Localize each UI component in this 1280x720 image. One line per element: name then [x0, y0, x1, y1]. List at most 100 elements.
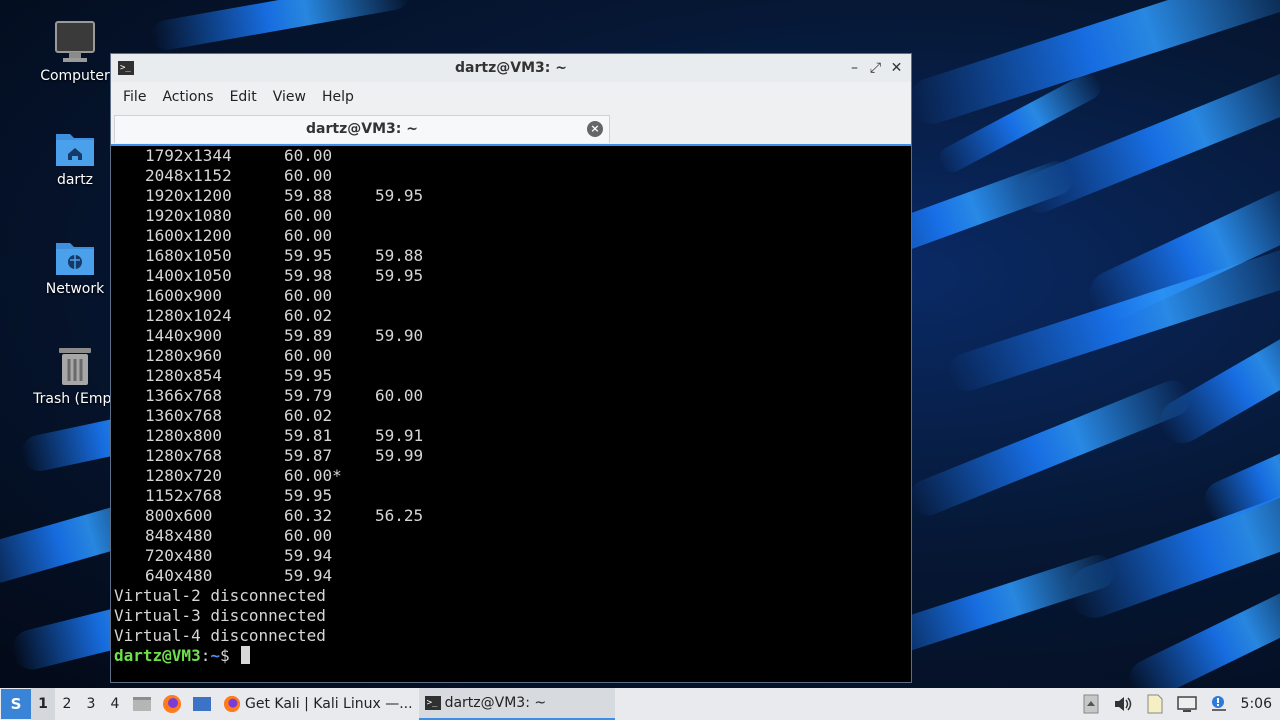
mode-resolution: 640x480 — [145, 566, 213, 585]
maximize-button[interactable]: ⤢ — [865, 58, 886, 78]
computer-icon — [55, 21, 95, 62]
menu-view[interactable]: View — [265, 89, 314, 105]
mode-resolution: 1280x768 — [145, 446, 223, 465]
terminal-tab[interactable]: dartz@VM3: ~ × — [114, 115, 610, 143]
mode-rate-2: 59.90 — [375, 326, 424, 345]
mode-rate-2 — [375, 206, 455, 226]
minimize-button[interactable]: – — [844, 58, 865, 78]
task-label: dartz@VM3: ~ — [444, 695, 547, 711]
desktop-icon-home[interactable]: dartz — [30, 128, 120, 188]
mode-resolution: 1280x1024 — [145, 306, 232, 325]
update-notification-icon[interactable] — [1207, 692, 1231, 716]
mode-row: 1280x854 59.95 — [114, 366, 908, 386]
mode-rate-1: 59.89 — [284, 326, 333, 345]
mode-row: 1366x768 59.79 60.00 — [114, 386, 908, 406]
desktop-icon-computer[interactable]: Computer — [30, 20, 120, 84]
workspace-1[interactable]: 1 — [31, 688, 55, 720]
mode-rate-2 — [375, 566, 455, 586]
mode-rate-2: 56.25 — [375, 506, 424, 525]
prompt-user: dartz@VM3 — [114, 646, 201, 665]
mode-resolution: 848x480 — [145, 526, 213, 545]
mode-rate-2 — [375, 146, 455, 166]
desktop-icon-label: dartz — [56, 172, 94, 188]
workspace-2[interactable]: 2 — [55, 696, 79, 712]
tray-expand-icon[interactable] — [1079, 692, 1103, 716]
mode-resolution: 1920x1080 — [145, 206, 232, 225]
workspace-3[interactable]: 3 — [79, 696, 103, 712]
mode-rate-2 — [375, 466, 455, 486]
mode-row: 2048x1152 60.00 — [114, 166, 908, 186]
mode-rate-2 — [375, 486, 455, 506]
mode-rate-2: 59.95 — [375, 266, 424, 285]
desktop-icon-trash[interactable]: Trash (Empt — [30, 345, 120, 407]
mode-row: 640x480 59.94 — [114, 566, 908, 586]
mode-resolution: 1280x960 — [145, 346, 223, 365]
mode-resolution: 800x600 — [145, 506, 213, 525]
mode-rate-1: 60.00 — [284, 226, 333, 245]
menu-help[interactable]: Help — [314, 89, 362, 105]
task-terminal[interactable]: >_ dartz@VM3: ~ — [418, 688, 615, 720]
taskbar: S 1 2 3 4 Get Kali | Kali Linux —... >_ … — [0, 688, 1280, 720]
mode-row: 1920x1080 60.00 — [114, 206, 908, 226]
volume-icon[interactable] — [1111, 692, 1135, 716]
mode-rate-1: 60.02 — [284, 406, 333, 425]
wallpaper-streak — [149, 0, 411, 53]
mode-resolution: 1360x768 — [145, 406, 223, 425]
menu-file[interactable]: File — [115, 89, 154, 105]
mode-resolution: 1600x1200 — [145, 226, 232, 245]
mode-resolution: 1600x900 — [145, 286, 223, 305]
wallpaper-streak — [904, 375, 1196, 521]
workspace-4[interactable]: 4 — [103, 696, 127, 712]
task-firefox[interactable]: Get Kali | Kali Linux —... — [217, 688, 419, 720]
mode-rate-2 — [375, 366, 455, 386]
mode-row: 1920x1200 59.88 59.95 — [114, 186, 908, 206]
status-line: Virtual-3 disconnected — [114, 606, 326, 625]
firefox-icon[interactable] — [160, 692, 184, 716]
app-menu-button[interactable]: S — [1, 689, 31, 719]
mode-rate-1: 59.95 — [284, 366, 333, 385]
mode-rate-1: 59.95 — [284, 486, 333, 505]
mode-resolution: 2048x1152 — [145, 166, 232, 185]
mode-rate-1: 60.00 — [284, 206, 333, 225]
desktop-icon-label: Network — [45, 281, 105, 297]
mode-rate-1: 59.87 — [284, 446, 333, 465]
mode-rate-1: 59.94 — [284, 566, 333, 585]
prompt-path: ~ — [210, 646, 220, 665]
mode-row: 1440x900 59.89 59.90 — [114, 326, 908, 346]
mode-rate-1: 59.88 — [284, 186, 333, 205]
terminal-window[interactable]: >_ dartz@VM3: ~ – ⤢ ✕ File Actions Edit … — [110, 53, 912, 683]
clock[interactable]: 5:06 — [1241, 696, 1272, 712]
tab-close-icon[interactable]: × — [587, 121, 603, 137]
prompt-line[interactable]: dartz@VM3: ~ $ — [114, 646, 908, 666]
notes-icon[interactable] — [1143, 692, 1167, 716]
mode-row: 1600x1200 60.00 — [114, 226, 908, 246]
display-icon[interactable] — [1175, 692, 1199, 716]
mode-rate-2: 59.91 — [375, 426, 424, 445]
menu-edit[interactable]: Edit — [222, 89, 265, 105]
mode-rate-2: 60.00 — [375, 386, 424, 405]
network-folder-icon — [56, 243, 94, 275]
tab-title: dartz@VM3: ~ — [306, 121, 418, 137]
desktop-icon-network[interactable]: Network — [30, 237, 120, 297]
window-titlebar[interactable]: >_ dartz@VM3: ~ – ⤢ ✕ — [111, 54, 911, 82]
terminal-app-icon: >_ — [118, 61, 134, 75]
mode-resolution: 1366x768 — [145, 386, 223, 405]
file-manager-icon[interactable] — [130, 692, 154, 716]
mode-row: 1280x720 60.00* — [114, 466, 908, 486]
menu-actions[interactable]: Actions — [154, 89, 221, 105]
mode-rate-2 — [375, 406, 455, 426]
mode-rate-1: 59.95 — [284, 246, 333, 265]
text-cursor — [241, 646, 251, 664]
show-desktop-icon[interactable] — [190, 692, 214, 716]
mode-rate-1: 59.98 — [284, 266, 333, 285]
mode-row: 800x600 60.32 56.25 — [114, 506, 908, 526]
terminal-output[interactable]: 1792x1344 60.00 2048x1152 60.00 1920x1200 59.… — [114, 146, 908, 682]
mode-rate-1: 60.02 — [284, 306, 333, 325]
menu-bar: File Actions Edit View Help — [111, 82, 911, 112]
close-button[interactable]: ✕ — [886, 58, 907, 78]
mode-resolution: 1400x1050 — [145, 266, 232, 285]
mode-resolution: 1440x900 — [145, 326, 223, 345]
trash-icon — [59, 348, 91, 385]
mode-row: 1792x1344 60.00 — [114, 146, 908, 166]
mode-row: 1280x768 59.87 59.99 — [114, 446, 908, 466]
